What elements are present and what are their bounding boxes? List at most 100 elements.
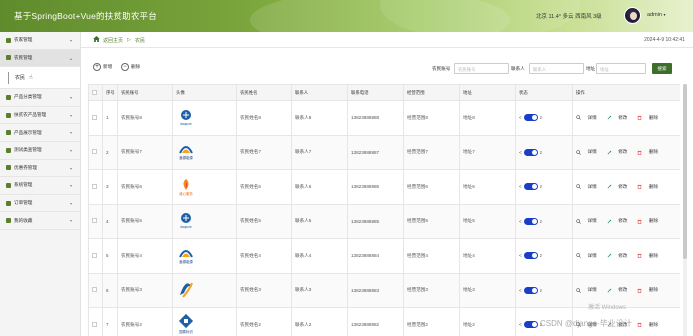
cell-scope: 经营范围5 (403, 203, 460, 239)
row-checkbox[interactable] (92, 183, 97, 189)
table-row[interactable]: 4 农民账号5 daqsure 农民姓名5 联系人5 13823888885 经营范围5 地址… (88, 203, 680, 239)
select-all-checkbox[interactable] (92, 89, 97, 95)
detail-button[interactable]: 详情 (576, 115, 602, 121)
sidebar-item-system[interactable]: 系统管理 ▾ (0, 177, 80, 195)
sidebar-item-label: 测试类查管理 (14, 147, 42, 153)
row-checkbox[interactable] (92, 149, 97, 155)
delete-row-button[interactable]: 删除 (637, 253, 663, 259)
row-checkbox[interactable] (92, 114, 97, 120)
action-label: 详情 (587, 287, 597, 293)
breadcrumb: 返回主页 ▷ 农民 2024-4-9 10:42:41 (81, 32, 693, 48)
sidebar-item-label: 优惠券管理 (14, 164, 37, 170)
user-menu[interactable]: admin ▾ (647, 12, 666, 18)
sidebar-item-coupon[interactable]: 优惠券管理 ▾ (0, 159, 80, 178)
detail-button[interactable]: 详情 (576, 218, 602, 224)
switch-off-label: < (519, 184, 522, 190)
row-checkbox-cell[interactable] (88, 100, 103, 136)
chevron-down-icon: ▾ (69, 95, 72, 101)
row-checkbox[interactable] (92, 218, 97, 224)
sidebar-item-order[interactable]: 订单管理 ▾ (0, 194, 80, 213)
delete-button[interactable]: − 删除 (121, 62, 140, 72)
action-label: 修改 (618, 149, 628, 155)
status-toggle[interactable] (523, 114, 538, 122)
row-checkbox-cell[interactable] (88, 169, 103, 205)
table-row[interactable]: 5 农民账号4 鑫源能源 农民姓名4 联系人4 13823888884 经营范围4 地址4 < z… (88, 238, 680, 274)
status-toggle[interactable] (523, 148, 538, 156)
status-toggle[interactable] (523, 217, 538, 225)
sidebar-item-farm[interactable]: 农家管理 ▾ (0, 32, 80, 50)
edit-button[interactable]: 修改 (607, 218, 633, 224)
farmer-avatar-image[interactable]: 维心服务 (176, 176, 236, 198)
user-avatar[interactable] (624, 7, 641, 24)
action-label: 修改 (618, 287, 628, 293)
vertical-scrollbar[interactable] (683, 84, 687, 336)
action-label: 删除 (648, 218, 659, 224)
account-filter-input[interactable]: 农民账号 (454, 63, 509, 74)
row-checkbox-cell[interactable] (88, 272, 103, 308)
search-icon (576, 288, 583, 293)
delete-row-button[interactable]: 删除 (637, 115, 663, 121)
cell-account: 农民账号3 (117, 272, 173, 308)
sidebar-item-showcase[interactable]: 产品展示管理 ▾ (0, 124, 80, 142)
edit-button[interactable]: 修改 (607, 115, 633, 121)
table-row[interactable]: 3 农民账号6 维心服务 农民姓名6 联系人6 13823888886 经营范围6 地址6 < z… (88, 169, 680, 205)
delete-row-button[interactable]: 删除 (637, 149, 663, 155)
cell-index: 2 (102, 134, 118, 170)
detail-button[interactable]: 详情 (576, 287, 602, 293)
delete-row-button[interactable]: 删除 (637, 218, 663, 224)
row-checkbox[interactable] (92, 321, 97, 327)
cell-index: 7 (102, 307, 118, 336)
cell-avatar (172, 272, 237, 308)
farmer-avatar-image[interactable]: daqsure (176, 107, 236, 129)
row-checkbox-cell[interactable] (88, 134, 103, 170)
delete-row-button[interactable]: 删除 (637, 287, 663, 293)
sidebar-item-product[interactable]: 扶贫农产品管理 ▾ (0, 106, 80, 125)
row-checkbox-cell[interactable] (88, 238, 103, 274)
row-checkbox-cell[interactable] (88, 307, 103, 336)
action-label: 详情 (587, 149, 597, 155)
status-toggle[interactable] (523, 252, 538, 260)
row-checkbox[interactable] (92, 287, 97, 293)
edit-button[interactable]: 修改 (607, 287, 633, 293)
menu-icon (6, 218, 11, 224)
search-button[interactable]: 搜索 (652, 63, 672, 74)
cell-actions: 详情 修改 删除 (572, 100, 680, 136)
sidebar-item-category[interactable]: 产品分类管理 ▾ (0, 89, 80, 107)
sidebar-item-farmer[interactable]: 农民管理 ▴ (0, 49, 80, 68)
home-icon[interactable] (93, 36, 100, 42)
farmer-avatar-image[interactable] (176, 279, 236, 301)
edit-button[interactable]: 修改 (607, 253, 633, 259)
sidebar-subitem-farmer[interactable]: 农民 ☝ (0, 67, 80, 90)
chevron-down-icon: ▾ (69, 200, 72, 206)
farmer-avatar-image[interactable]: 鑫源能源 (176, 141, 236, 163)
status-switch-group: < z (519, 148, 572, 156)
farmer-avatar-image[interactable]: 国泰标识 (176, 313, 236, 336)
row-checkbox[interactable] (92, 252, 97, 258)
add-button[interactable]: + 新增 (93, 62, 112, 72)
select-all-header[interactable] (88, 84, 103, 101)
delete-row-button[interactable]: 删除 (637, 322, 663, 328)
scrollbar-thumb[interactable] (683, 84, 687, 259)
address-filter-input[interactable]: 地址 (596, 63, 646, 74)
detail-button[interactable]: 详情 (576, 149, 602, 155)
trash-icon (637, 288, 644, 293)
breadcrumb-home[interactable]: 返回主页 (103, 37, 123, 44)
farmer-avatar-image[interactable]: daqsure (176, 210, 236, 232)
table-row[interactable]: 2 农民账号7 鑫源能源 农民姓名7 联系人7 13823888887 经营范围7 地址7 < z… (88, 134, 680, 170)
edit-button[interactable]: 修改 (607, 184, 633, 190)
status-toggle[interactable] (523, 183, 538, 191)
detail-button[interactable]: 详情 (576, 253, 602, 259)
detail-button[interactable]: 详情 (576, 184, 602, 190)
contact-filter-input[interactable]: 联系人 (529, 63, 584, 74)
row-checkbox-cell[interactable] (88, 203, 103, 239)
cell-status: < z (515, 203, 573, 239)
cell-account: 农民账号4 (117, 238, 173, 274)
table-row[interactable]: 1 农民账号8 daqsure 农民姓名8 联系人8 13823888888 经营范围8 地址… (88, 100, 680, 136)
farmer-avatar-image[interactable]: 鑫源能源 (176, 245, 236, 267)
sidebar-item-favorite[interactable]: 我的收藏 ▾ (0, 212, 80, 230)
status-toggle[interactable] (523, 286, 538, 294)
delete-row-button[interactable]: 删除 (637, 184, 663, 190)
status-toggle[interactable] (523, 321, 538, 329)
sidebar-item-test[interactable]: 测试类查管理 ▾ (0, 141, 80, 160)
edit-button[interactable]: 修改 (607, 149, 633, 155)
